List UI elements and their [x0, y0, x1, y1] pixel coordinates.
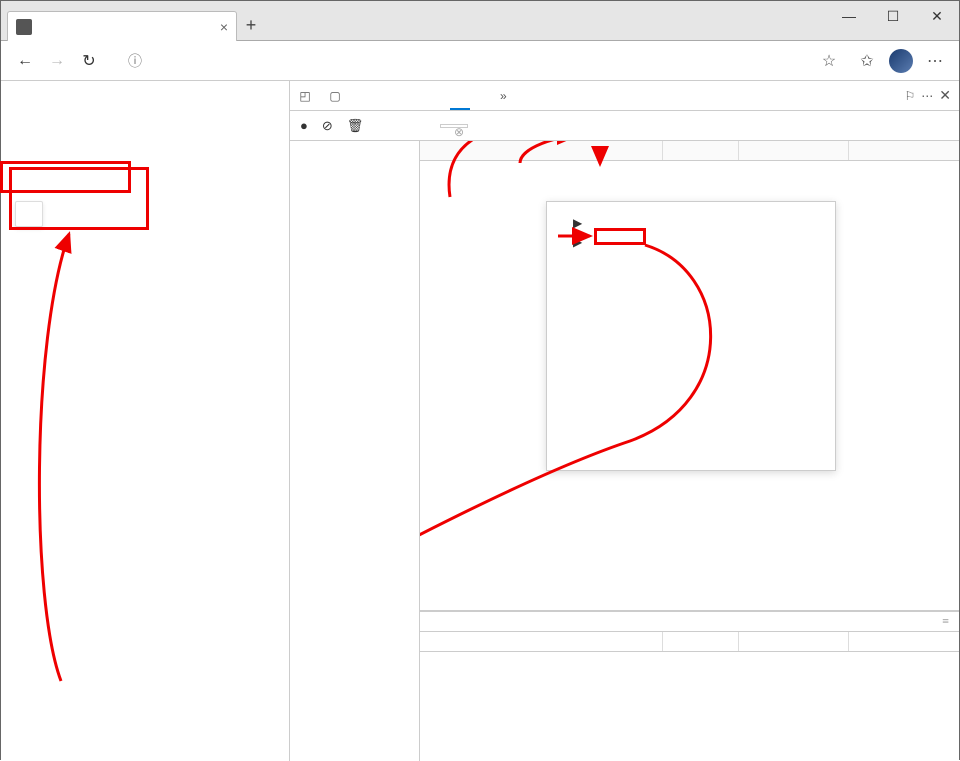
- tab-console[interactable]: [370, 81, 390, 110]
- tab-application[interactable]: [470, 81, 490, 110]
- favicon: [16, 19, 32, 35]
- clear-filter-icon[interactable]: ⊗: [454, 125, 464, 140]
- window-minimize-icon[interactable]: —: [827, 1, 871, 31]
- tab-close-icon[interactable]: ×: [220, 19, 228, 35]
- back-button[interactable]: ←: [9, 45, 41, 77]
- tab-performance[interactable]: [430, 81, 450, 110]
- col-retained[interactable]: [849, 141, 959, 160]
- ret-col-shallow[interactable]: [739, 632, 849, 651]
- new-tab-button[interactable]: +: [237, 11, 265, 39]
- delete-icon[interactable]: 🗑: [347, 118, 364, 134]
- profile-avatar[interactable]: [889, 49, 913, 73]
- profiles-sidebar: [290, 141, 420, 761]
- url-bar[interactable]: ⓘ: [115, 51, 803, 71]
- favorite-icon[interactable]: ☆: [813, 45, 845, 77]
- ret-col-distance[interactable]: [663, 632, 739, 651]
- device-icon[interactable]: ▢: [329, 89, 340, 103]
- record-icon[interactable]: ●: [300, 118, 308, 133]
- grid-header: [420, 141, 959, 161]
- settings-icon[interactable]: ⋯: [921, 89, 933, 103]
- devtools-close-icon[interactable]: ✕: [939, 87, 951, 104]
- ret-col-object[interactable]: [420, 632, 663, 651]
- issues-icon[interactable]: ⚐: [905, 89, 916, 103]
- tab-memory[interactable]: [450, 81, 470, 110]
- class-filter-input[interactable]: ⊗: [440, 124, 468, 128]
- element-tooltip: [15, 201, 43, 227]
- refresh-button[interactable]: ↻: [73, 45, 105, 77]
- tab-elements[interactable]: [350, 81, 370, 110]
- col-shallow[interactable]: [739, 141, 849, 160]
- retainers-menu-icon[interactable]: ≡: [942, 614, 951, 629]
- browser-tab[interactable]: ×: [7, 11, 237, 41]
- tab-network[interactable]: [410, 81, 430, 110]
- col-constructor[interactable]: [420, 141, 663, 160]
- object-preview-tooltip: ▶ ▶: [546, 201, 836, 471]
- inspect-icon[interactable]: ◰: [299, 89, 310, 103]
- devtools-panel: ◰ ▢ » ⚐ ⋯ ✕ ● ⊘ 🗑: [289, 81, 959, 761]
- site-info-icon[interactable]: ⓘ: [121, 51, 149, 71]
- profiles-title: [290, 149, 419, 159]
- tab-sources[interactable]: [390, 81, 410, 110]
- constructor-grid[interactable]: ▶ ▶: [420, 161, 959, 611]
- devtools-tab-strip: ◰ ▢ » ⚐ ⋯ ✕: [290, 81, 959, 111]
- heap-section-label: [290, 159, 419, 163]
- clear-icon[interactable]: ⊘: [322, 118, 333, 134]
- page-heading: [11, 91, 279, 95]
- col-distance[interactable]: [663, 141, 739, 160]
- forward-button[interactable]: →: [41, 45, 73, 77]
- window-maximize-icon[interactable]: ☐: [871, 1, 915, 31]
- tab-more-icon[interactable]: »: [490, 81, 517, 110]
- collections-icon[interactable]: ✩: [851, 45, 883, 77]
- retainers-panel: ≡: [420, 611, 959, 761]
- window-close-icon[interactable]: ✕: [915, 1, 959, 31]
- page-viewport: [1, 81, 289, 761]
- menu-icon[interactable]: ⋯: [919, 45, 951, 77]
- ret-col-retained[interactable]: [849, 632, 959, 651]
